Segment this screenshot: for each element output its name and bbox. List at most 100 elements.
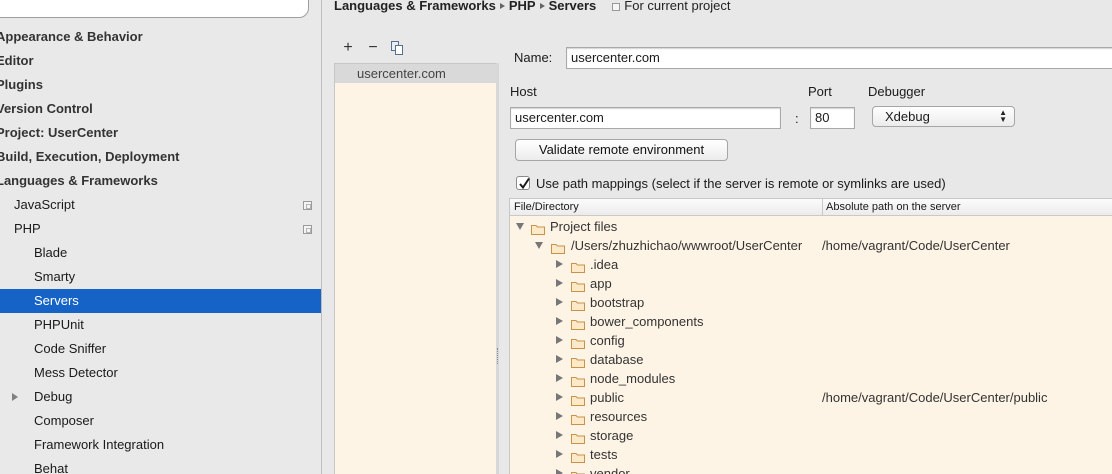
breadcrumb-separator-icon bbox=[539, 3, 545, 10]
table-row[interactable]: tests bbox=[510, 445, 1112, 464]
breadcrumb-item[interactable]: PHP bbox=[509, 0, 536, 13]
sidebar-item-label: Build, Execution, Deployment bbox=[0, 149, 180, 164]
column-header-file[interactable]: File/Directory bbox=[514, 199, 579, 216]
sidebar-item-label: Code Sniffer bbox=[34, 341, 107, 356]
sidebar-item[interactable]: Servers bbox=[0, 289, 321, 313]
expand-arrow-icon[interactable] bbox=[556, 393, 563, 401]
sidebar-item-label: Composer bbox=[34, 413, 94, 428]
folder-icon bbox=[571, 259, 585, 273]
file-directory-cell: vendor bbox=[590, 466, 630, 474]
breadcrumb-item[interactable]: Languages & Frameworks bbox=[334, 0, 496, 13]
breadcrumb: Languages & Frameworks PHP Servers For curr… bbox=[334, 0, 730, 15]
sidebar-item-label: Debug bbox=[34, 389, 73, 404]
table-row[interactable]: config bbox=[510, 331, 1112, 350]
sidebar-item[interactable]: Debug bbox=[0, 385, 321, 409]
expand-arrow-icon[interactable] bbox=[556, 431, 563, 439]
sidebar-item[interactable]: Build, Execution, Deployment bbox=[0, 145, 321, 169]
sidebar-item[interactable]: Smarty bbox=[0, 265, 321, 289]
sidebar-item[interactable]: Editor bbox=[0, 49, 321, 73]
expand-arrow-icon[interactable] bbox=[556, 355, 563, 363]
file-directory-cell: bower_components bbox=[590, 314, 704, 329]
table-row[interactable]: vendor bbox=[510, 464, 1112, 474]
column-header-server-path[interactable]: Absolute path on the server bbox=[822, 199, 961, 216]
sidebar-item[interactable]: Framework Integration bbox=[0, 433, 321, 457]
expand-arrow-icon[interactable] bbox=[556, 317, 563, 325]
folder-icon bbox=[571, 449, 585, 463]
expand-arrow-icon[interactable] bbox=[556, 336, 563, 344]
sidebar-item[interactable]: Behat bbox=[0, 457, 321, 474]
folder-icon bbox=[571, 297, 585, 311]
name-label: Name: bbox=[514, 50, 553, 65]
remove-server-button[interactable]: − bbox=[364, 38, 382, 58]
port-field[interactable]: 80 bbox=[810, 107, 855, 129]
table-header: File/Directory Absolute path on the serv… bbox=[510, 199, 1112, 216]
table-row[interactable]: app bbox=[510, 274, 1112, 293]
folder-icon bbox=[571, 411, 585, 425]
sidebar-item-label: Blade bbox=[34, 245, 68, 260]
sidebar-item-label: Appearance & Behavior bbox=[0, 29, 143, 44]
table-row[interactable]: node_modules bbox=[510, 369, 1112, 388]
collapse-arrow-icon[interactable] bbox=[516, 223, 524, 230]
expand-arrow-icon[interactable] bbox=[556, 279, 563, 287]
expand-arrow-icon[interactable] bbox=[556, 469, 563, 474]
sidebar-item[interactable]: Mess Detector bbox=[0, 361, 321, 385]
table-row[interactable]: storage bbox=[510, 426, 1112, 445]
server-path-cell[interactable]: /home/vagrant/Code/UserCenter bbox=[822, 236, 1010, 255]
validate-remote-environment-button[interactable]: Validate remote environment bbox=[515, 139, 728, 161]
list-splitter[interactable] bbox=[496, 63, 499, 474]
splitter-grip-icon[interactable] bbox=[497, 348, 499, 364]
expand-arrow-icon[interactable] bbox=[556, 298, 563, 306]
sidebar-item[interactable]: Languages & Frameworks bbox=[0, 169, 321, 193]
sidebar-item[interactable]: Version Control bbox=[0, 97, 321, 121]
sidebar-item-label: PHPUnit bbox=[34, 317, 84, 332]
port-label: Port bbox=[808, 84, 832, 99]
use-path-mappings-checkbox[interactable] bbox=[516, 176, 530, 190]
server-path-cell[interactable]: /home/vagrant/Code/UserCenter/public bbox=[822, 388, 1047, 407]
folder-icon bbox=[531, 221, 545, 235]
folder-icon bbox=[571, 354, 585, 368]
expand-arrow-icon[interactable] bbox=[556, 450, 563, 458]
expand-arrow-icon[interactable] bbox=[556, 412, 563, 420]
file-directory-cell: config bbox=[590, 333, 625, 348]
table-row[interactable]: database bbox=[510, 350, 1112, 369]
table-row[interactable]: .idea bbox=[510, 255, 1112, 274]
sidebar-item[interactable]: Code Sniffer bbox=[0, 337, 321, 361]
settings-search-input[interactable] bbox=[0, 0, 309, 18]
table-row[interactable]: Project files bbox=[510, 217, 1112, 236]
sidebar-item[interactable]: Project: UserCenter bbox=[0, 121, 321, 145]
checkmark-icon bbox=[519, 177, 530, 190]
breadcrumb-separator-icon bbox=[499, 3, 505, 10]
sidebar-item[interactable]: Blade bbox=[0, 241, 321, 265]
settings-sidebar: Appearance & Behavior Editor Plugins Versio… bbox=[0, 0, 321, 474]
sidebar-item[interactable]: Composer bbox=[0, 409, 321, 433]
select-arrows-icon: ▲ ▼ bbox=[999, 108, 1007, 124]
copy-icon[interactable] bbox=[391, 41, 403, 55]
use-path-mappings-label[interactable]: Use path mappings (select if the server … bbox=[536, 176, 946, 191]
expand-arrow-icon[interactable] bbox=[556, 374, 563, 382]
sidebar-item[interactable]: JavaScript bbox=[0, 193, 321, 217]
add-server-button[interactable]: + bbox=[339, 38, 357, 58]
sidebar-item[interactable]: Appearance & Behavior bbox=[0, 25, 321, 49]
file-directory-cell: resources bbox=[590, 409, 648, 424]
table-row[interactable]: resources bbox=[510, 407, 1112, 426]
table-row[interactable]: bower_components bbox=[510, 312, 1112, 331]
debugger-select[interactable]: Xdebug ▲ ▼ bbox=[872, 106, 1015, 127]
host-field[interactable]: usercenter.com bbox=[510, 107, 781, 129]
file-directory-cell: .idea bbox=[590, 257, 619, 272]
collapse-arrow-icon[interactable] bbox=[535, 242, 543, 249]
server-list-item[interactable]: usercenter.com bbox=[335, 64, 496, 83]
sidebar-item[interactable]: Plugins bbox=[0, 73, 321, 97]
table-row[interactable]: public/home/vagrant/Code/UserCenter/publ… bbox=[510, 388, 1112, 407]
expand-arrow-icon[interactable] bbox=[556, 260, 563, 268]
sidebar-item[interactable]: PHPUnit bbox=[0, 313, 321, 337]
sidebar-item-label: PHP bbox=[14, 221, 41, 236]
sidebar-item[interactable]: PHP bbox=[0, 217, 321, 241]
sidebar-splitter[interactable] bbox=[321, 0, 322, 474]
table-row[interactable]: bootstrap bbox=[510, 293, 1112, 312]
file-directory-cell: public bbox=[590, 390, 624, 405]
name-field[interactable]: usercenter.com bbox=[566, 47, 1112, 69]
table-row[interactable]: /Users/zhuzhichao/wwwroot/UserCenter/hom… bbox=[510, 236, 1112, 255]
expand-arrow-icon[interactable] bbox=[12, 393, 18, 401]
sidebar-item-label: Plugins bbox=[0, 77, 43, 92]
file-directory-cell: /Users/zhuzhichao/wwwroot/UserCenter bbox=[571, 238, 803, 253]
